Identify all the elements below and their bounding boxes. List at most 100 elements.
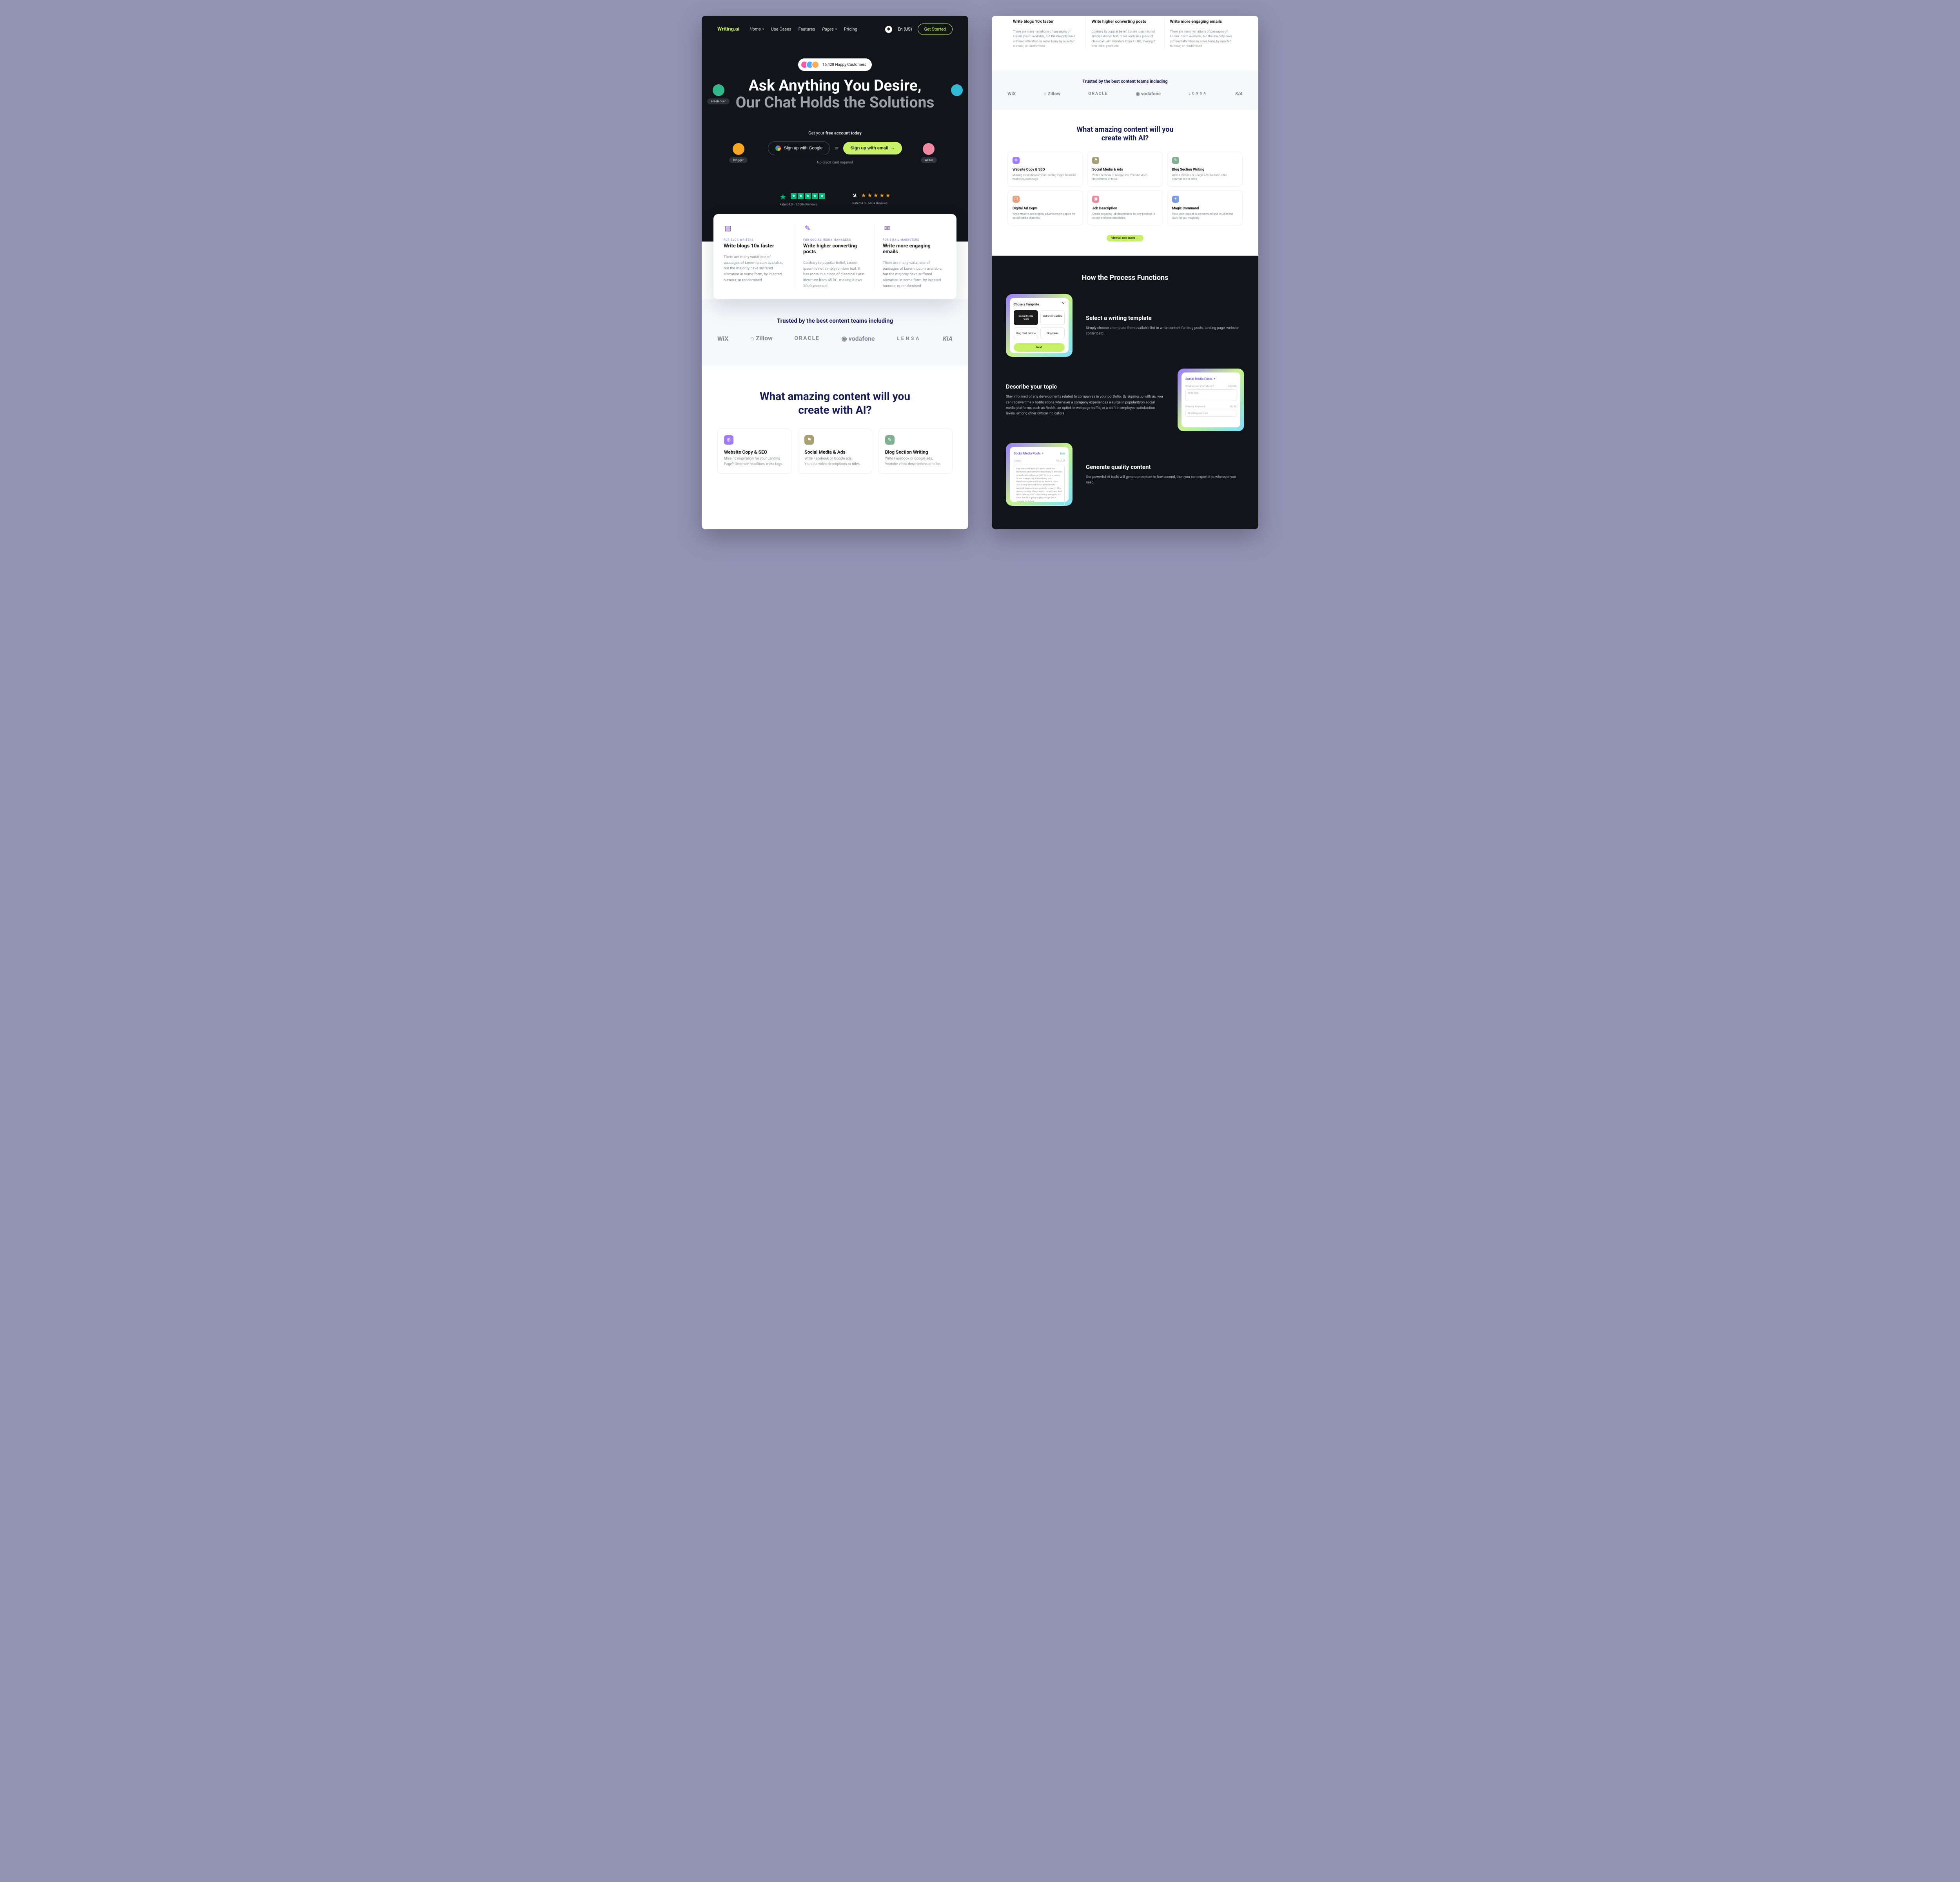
edit-icon: ✎ [885,435,895,445]
chip-website-headline[interactable]: Website Headline [1040,310,1065,325]
or-label: or [835,145,838,151]
feature-social: Write higher converting posts Contrary t… [1086,17,1164,49]
nav-right: ✱ En (US) Get Started [885,24,953,35]
process-heading: How the Process Functions [1006,274,1244,283]
feature-blog: ▤ FOR BLOG WRITERS Write blogs 10x faste… [716,224,795,289]
feature-email: Write more engaging emails There are man… [1165,17,1243,49]
uc-website-copy[interactable]: ⊕Website Copy & SEOMissing inspiration f… [1007,152,1083,187]
nav-use-cases[interactable]: Use Cases [771,27,791,32]
hero-center: 16,428 Happy Customers Ask Anything You … [717,35,953,242]
template-selector[interactable]: Social Media Posts [1185,377,1236,381]
chevron-down-icon: ▾ [835,27,837,31]
process-step-3: Social Media Posts Edit Output00/200 Hey… [1006,443,1244,506]
pen-icon: ✎ [803,224,812,233]
persona-avatar [951,84,963,98]
logo-zillow: ⌂ Zillow [750,334,773,342]
uc-website-copy[interactable]: ⊕ Website Copy & SEO Missing inspiration… [717,429,791,474]
feature-card-continued: Write blogs 10x faster There are many va… [992,16,1258,70]
logo-vodafone: ◉ vodafone [842,335,875,342]
uc-job-description[interactable]: ▣Job DescriptionCreate engaging job desc… [1087,191,1163,225]
rocket-icon: ✈ [851,191,859,200]
persona-writer: Writer [921,143,937,163]
feature-email: ✉ FOR EMAIL MARKETERS Write more engagin… [875,224,954,289]
process-section: How the Process Functions ✕ Chose a Temp… [992,256,1258,530]
avatars-icon [800,61,819,69]
nav-pages[interactable]: Pages▾ [822,27,837,32]
trusted-section: Trusted by the best content teams includ… [702,299,968,366]
top-nav: Writing.ai Home▾ Use Cases Features Page… [717,24,953,35]
signup-email-button[interactable]: Sign up with email→ [843,142,902,154]
logo[interactable]: Writing.ai [717,26,739,32]
lang-label[interactable]: En (US) [898,27,912,32]
feature-blog: Write blogs 10x faster There are many va… [1007,17,1086,49]
usecases-heading: What amazing content will youcreate with… [717,389,953,417]
close-icon[interactable]: ✕ [1062,302,1065,306]
logos-row: WiX ⌂ Zillow ORACLE ◉ vodafone LENSA KIA [1007,91,1243,96]
logo-kia: KIA [1235,91,1243,96]
next-button[interactable]: Next [1014,343,1065,352]
globe-icon: ⊕ [1013,157,1020,164]
logo-lensa: LENSA [897,336,921,341]
process-step-2: Social Media Posts What is your Post abo… [1006,369,1244,431]
describe-mock: Social Media Posts What is your Post abo… [1178,369,1244,431]
edit-icon: ✎ [1172,157,1179,164]
trustpilot-icon: ★ [779,192,788,201]
trustpilot-review: ★★★★★★ Rated 4.8 • 1,000+ Reviews [779,192,825,206]
edit-button[interactable]: Edit [1060,452,1065,455]
rocket-review: ✈★★★★★ Rated 4.8 • 500+ Reviews [852,192,890,206]
process-step-1: ✕ Chose a Template Social Media Posts We… [1006,294,1244,357]
uc-blog-writing[interactable]: ✎ Blog Section Writing Write Facebook or… [878,429,953,474]
signup-row: Sign up with Google or Sign up with emai… [717,141,953,155]
template-selector[interactable]: Social Media Posts [1014,452,1044,455]
no-credit-label: No credit card required [717,161,953,165]
logos-row: WiX ⌂ Zillow ORACLE ◉ vodafone LENSA KIA [717,334,953,342]
chip-blog-ideas[interactable]: Blog Ideas [1040,327,1065,339]
customers-count: 16,428 Happy Customers [822,63,866,67]
uc-social-media[interactable]: ⚑ Social Media & Ads Write Facebook or G… [798,429,872,474]
get-started-button[interactable]: Get Started [918,24,953,35]
output-text: Hey everyone! Have you heard about the i… [1014,465,1065,506]
template-mock: ✕ Chose a Template Social Media Posts We… [1006,294,1073,357]
copy-icon: ❐ [1013,196,1020,203]
logo-oracle: ORACLE [795,335,820,342]
logo-oracle: ORACLE [1088,91,1108,96]
feature-card: ▤ FOR BLOG WRITERS Write blogs 10x faste… [713,214,956,300]
flag-icon: ⚑ [804,435,814,445]
logo-zillow: ⌂ Zillow [1044,91,1060,96]
flag-icon: ⚑ [1092,157,1099,164]
usecases-grid: ⊕ Website Copy & SEO Missing inspiration… [717,429,953,474]
chip-social-media[interactable]: Social Media Posts [1014,310,1038,325]
nav-home[interactable]: Home▾ [750,27,764,32]
hero-subtitle: Get your free account today [717,131,953,136]
nav-links: Home▾ Use Cases Features Pages▾ Pricing [750,27,857,32]
signup-google-button[interactable]: Sign up with Google [768,141,830,155]
process-text-1: Select a writing template Simply choose … [1086,314,1244,337]
nav-features[interactable]: Features [799,27,815,32]
uc-social-media[interactable]: ⚑Social Media & AdsWrite Facebook or Goo… [1087,152,1163,187]
magic-icon: ✦ [1172,196,1179,203]
process-text-2: Describe your topic Stay informed of any… [1006,383,1164,417]
feature-social: ✎ FOR SOCIAL MEDIA MANAGERS Write higher… [795,224,875,289]
post-about-input[interactable]: Write here [1185,389,1236,401]
trusted-section-small: Trusted by the best content teams includ… [992,70,1258,110]
usecases-heading: What amazing content will youcreate with… [1007,125,1243,143]
logo-lensa: LENSA [1189,92,1207,96]
nav-pricing[interactable]: Pricing [844,27,857,32]
output-mock: Social Media Posts Edit Output00/200 Hey… [1006,443,1073,506]
uc-ad-copy[interactable]: ❐Digital Ad CopyWrite creative and origi… [1007,191,1083,225]
google-icon [775,145,781,151]
keyword-input[interactable]: AI writing assistant [1185,410,1236,417]
briefcase-icon: ▣ [1092,196,1099,203]
usecases-section: What amazing content will youcreate with… [702,366,968,489]
persona-blogger: Blogger [729,143,748,163]
globe-icon[interactable]: ✱ [885,26,892,33]
uc-blog-writing[interactable]: ✎Blog Section WritingWrite Facebook or G… [1167,152,1243,187]
chip-blog-outline[interactable]: Blog Post Outline [1014,327,1038,339]
view-all-button[interactable]: View all use cases → [1107,235,1143,242]
usecases-section-small: What amazing content will youcreate with… [992,110,1258,256]
logo-vodafone: ◉ vodafone [1136,91,1161,96]
process-text-3: Generate quality content Our powerful AI… [1086,463,1244,486]
landing-continued-preview: Write blogs 10x faster There are many va… [992,16,1258,529]
uc-magic-command[interactable]: ✦Magic CommandPass your request as a com… [1167,191,1243,225]
globe-icon: ⊕ [724,435,733,445]
